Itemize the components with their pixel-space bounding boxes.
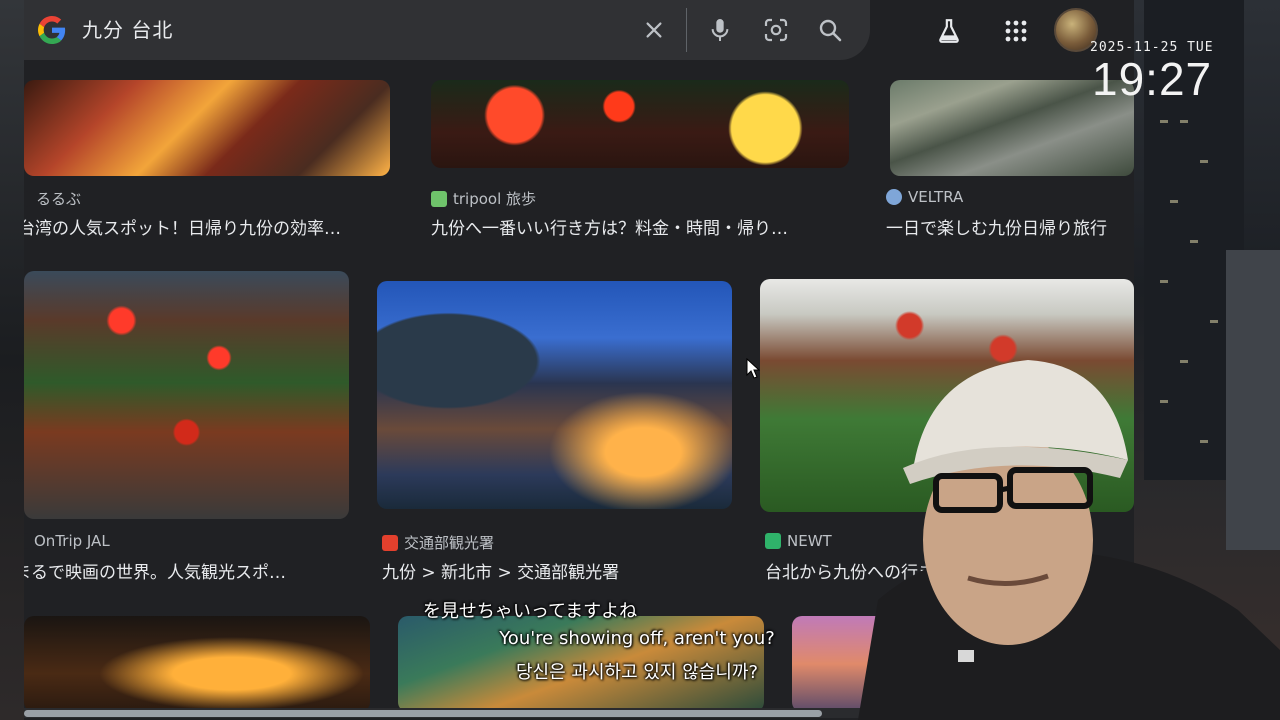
search-query-text[interactable]: 九分 台北	[82, 14, 173, 43]
result-source-veltra[interactable]: VELTRA	[886, 188, 963, 206]
result-source-rurubu[interactable]: るるぶ	[24, 188, 81, 209]
search-icon[interactable]	[814, 14, 846, 46]
result-image-ontrip-jal[interactable]	[24, 271, 349, 519]
clear-icon[interactable]	[638, 14, 670, 46]
rurubu-favicon-icon	[24, 190, 30, 207]
subtitle-english: You're showing off, aren't you?	[499, 628, 775, 649]
subtitle-korean: 당신은 과시하고 있지 않습니까?	[516, 662, 758, 683]
clock-time: 19:27	[1092, 53, 1213, 105]
ontrip-favicon-icon	[24, 533, 28, 549]
labs-flask-icon[interactable]	[932, 14, 966, 48]
tripool-favicon-icon	[431, 190, 447, 207]
result-caption-veltra[interactable]: 一日で楽しむ九份日帰り旅行	[886, 214, 1134, 239]
mouse-cursor-icon	[746, 358, 760, 379]
result-source-tripool[interactable]: tripool 旅歩	[431, 188, 536, 209]
newt-favicon-icon	[765, 533, 781, 549]
search-bar-divider	[686, 8, 687, 52]
result-source-ontrip-jal[interactable]: OnTrip JAL	[24, 532, 110, 550]
result-source-tourism-bureau[interactable]: 交通部観光署	[382, 532, 494, 553]
result-caption-tourism-bureau[interactable]: 九份 > 新北市 > 交通部観光署	[382, 558, 732, 583]
scrollbar-thumb[interactable]	[24, 710, 822, 717]
result-image-rurubu[interactable]	[24, 80, 390, 176]
result-image-tripool[interactable]	[431, 80, 849, 168]
microphone-icon[interactable]	[704, 14, 736, 46]
result-caption-rurubu[interactable]: 台湾の人気スポット！日帰り九份の効率…	[24, 214, 388, 239]
tourism-bureau-favicon-icon	[382, 534, 398, 551]
result-caption-tripool[interactable]: 九份へ一番いい行き方は？料金・時間・帰り…	[431, 214, 851, 239]
subtitle-japanese: を見せちゃいってますよね	[422, 601, 638, 622]
veltra-favicon-icon	[886, 189, 902, 205]
result-image-tourism-bureau[interactable]	[377, 281, 732, 509]
lens-icon[interactable]	[760, 14, 792, 46]
result-source-newt[interactable]: NEWT	[765, 532, 832, 550]
search-bar[interactable]: 九分 台北	[24, 0, 870, 60]
result-caption-ontrip-jal[interactable]: まるで映画の世界。人気観光スポ…	[24, 558, 344, 583]
google-logo-icon	[38, 16, 66, 44]
apps-grid-icon[interactable]	[999, 14, 1033, 48]
